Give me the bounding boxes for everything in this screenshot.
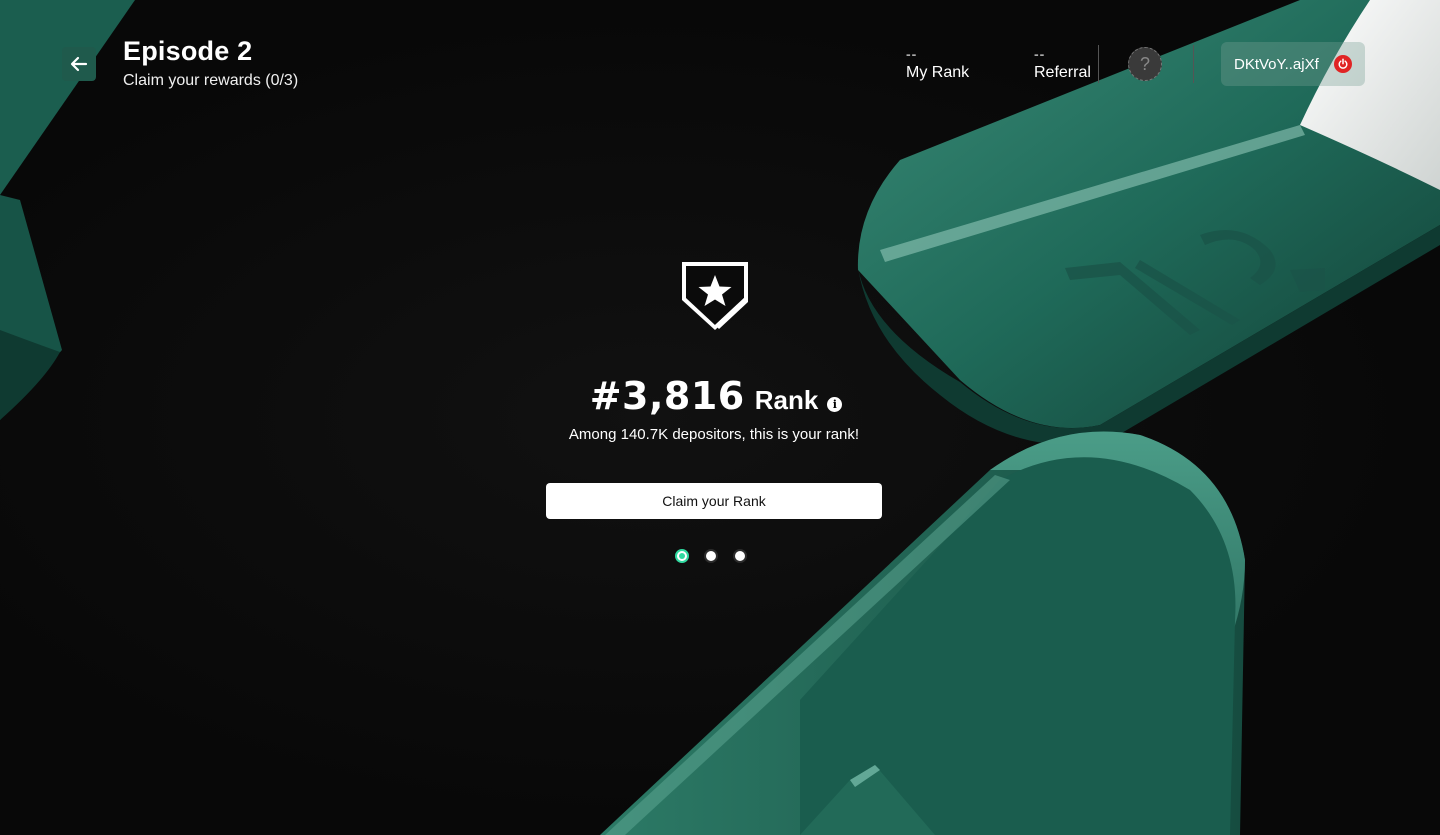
referral-label: Referral (1034, 64, 1091, 81)
help-button[interactable]: ? (1128, 47, 1162, 81)
back-button[interactable] (62, 47, 96, 81)
shield-star-icon (682, 262, 748, 330)
info-icon[interactable]: i (827, 397, 843, 412)
header-divider (1098, 45, 1099, 83)
wallet-address: DKtVoY..ajXf (1234, 55, 1319, 73)
pagination-dot-2[interactable] (704, 549, 718, 563)
referral-stat[interactable]: -- Referral (1034, 46, 1091, 82)
my-rank-stat[interactable]: -- My Rank (906, 46, 970, 82)
app-stage: Episode 2 Claim your rewards (0/3) -- My… (0, 0, 1440, 835)
referral-value: -- (1034, 46, 1046, 62)
header-divider (1193, 45, 1194, 83)
pagination-dots (675, 549, 747, 563)
page-title: Episode 2 (123, 36, 253, 66)
power-icon (1338, 58, 1348, 69)
disconnect-button[interactable] (1334, 55, 1352, 73)
arrow-left-icon (70, 56, 88, 72)
my-rank-label: My Rank (906, 64, 970, 81)
rank-word: Rank (754, 385, 819, 415)
rank-number: #3,816 (589, 374, 745, 418)
pagination-dot-3[interactable] (733, 549, 747, 563)
rank-description: Among 140.7K depositors, this is your ra… (568, 426, 860, 443)
pagination-dot-1[interactable] (675, 549, 689, 563)
my-rank-value: -- (906, 46, 918, 62)
question-icon: ? (1139, 53, 1150, 74)
claim-rank-button[interactable]: Claim your Rank (546, 483, 882, 519)
rank-heading: #3,816 Rank i (0, 374, 1440, 418)
page-subtitle: Claim your rewards (0/3) (123, 72, 299, 89)
